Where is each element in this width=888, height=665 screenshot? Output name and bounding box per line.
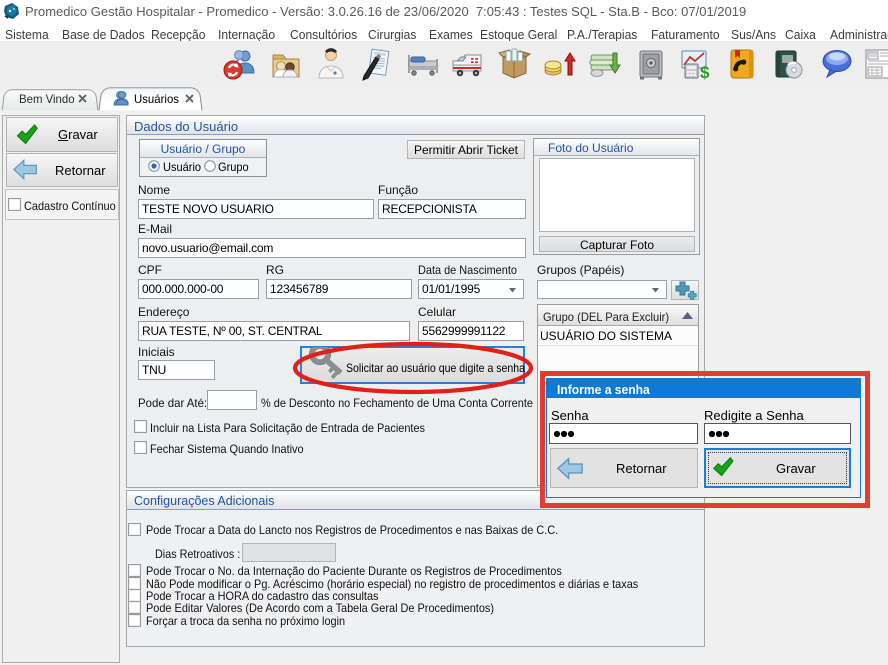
svg-text:$: $ bbox=[700, 63, 710, 81]
